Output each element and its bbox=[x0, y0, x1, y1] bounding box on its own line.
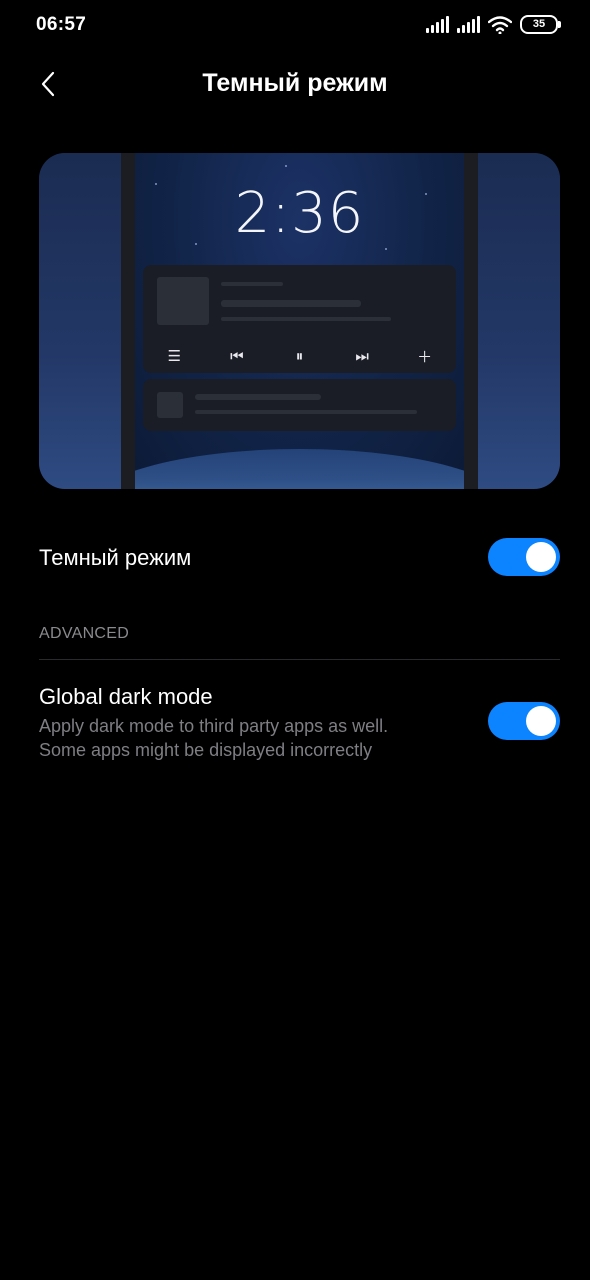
status-time: 06:57 bbox=[36, 14, 87, 35]
preview-media-controls: ☰ ⏮ ⏸ ⏭ ＋ bbox=[143, 343, 456, 369]
dark-mode-preview: 2:36 ☰ ⏮ ⏸ ⏭ ＋ bbox=[39, 153, 560, 489]
preview-music-card: ☰ ⏮ ⏸ ⏭ ＋ bbox=[143, 265, 456, 373]
preview-clock: 2:36 bbox=[234, 181, 365, 246]
global-dark-mode-toggle[interactable] bbox=[488, 702, 560, 740]
queue-icon: ☰ bbox=[167, 348, 182, 365]
dark-mode-row[interactable]: Темный режим bbox=[39, 536, 560, 578]
section-header-advanced: ADVANCED bbox=[39, 625, 130, 642]
battery-icon: 35 bbox=[520, 15, 561, 34]
preview-lockscreen: 2:36 ☰ ⏮ ⏸ ⏭ ＋ bbox=[135, 153, 464, 489]
global-dark-mode-description-line1: Apply dark mode to third party apps as w… bbox=[39, 716, 389, 736]
signal-icon bbox=[457, 16, 480, 33]
header: Темный режим bbox=[0, 56, 590, 112]
status-bar: 06:57 35 bbox=[0, 0, 590, 52]
preview-wallpaper-right bbox=[478, 153, 560, 489]
signal-icon bbox=[426, 16, 449, 33]
status-icons: 35 bbox=[426, 15, 561, 34]
page-title: Темный режим bbox=[202, 69, 388, 97]
global-dark-mode-label: Global dark mode bbox=[39, 684, 213, 709]
dark-mode-toggle[interactable] bbox=[488, 538, 560, 576]
wifi-icon bbox=[488, 15, 512, 34]
preview-notification-card bbox=[143, 379, 456, 431]
dark-mode-label: Темный режим bbox=[39, 545, 192, 570]
pause-icon: ⏸ bbox=[295, 347, 304, 365]
battery-level: 35 bbox=[532, 18, 546, 30]
divider bbox=[39, 659, 560, 660]
add-icon: ＋ bbox=[417, 348, 433, 366]
global-dark-mode-row[interactable]: Global dark mode Apply dark mode to thir… bbox=[39, 684, 560, 764]
preview-wallpaper-wave bbox=[135, 449, 464, 489]
previous-icon: ⏮ bbox=[230, 347, 244, 365]
global-dark-mode-description: Apply dark mode to third party apps as w… bbox=[39, 714, 459, 762]
phone-edge-right bbox=[464, 153, 478, 489]
toggle-knob bbox=[526, 542, 556, 572]
preview-wallpaper-left bbox=[39, 153, 121, 489]
phone-edge-left bbox=[121, 153, 135, 489]
next-icon: ⏭ bbox=[355, 347, 369, 365]
toggle-knob bbox=[526, 706, 556, 736]
global-dark-mode-description-line2: Some apps might be displayed incorrectly bbox=[39, 740, 373, 760]
